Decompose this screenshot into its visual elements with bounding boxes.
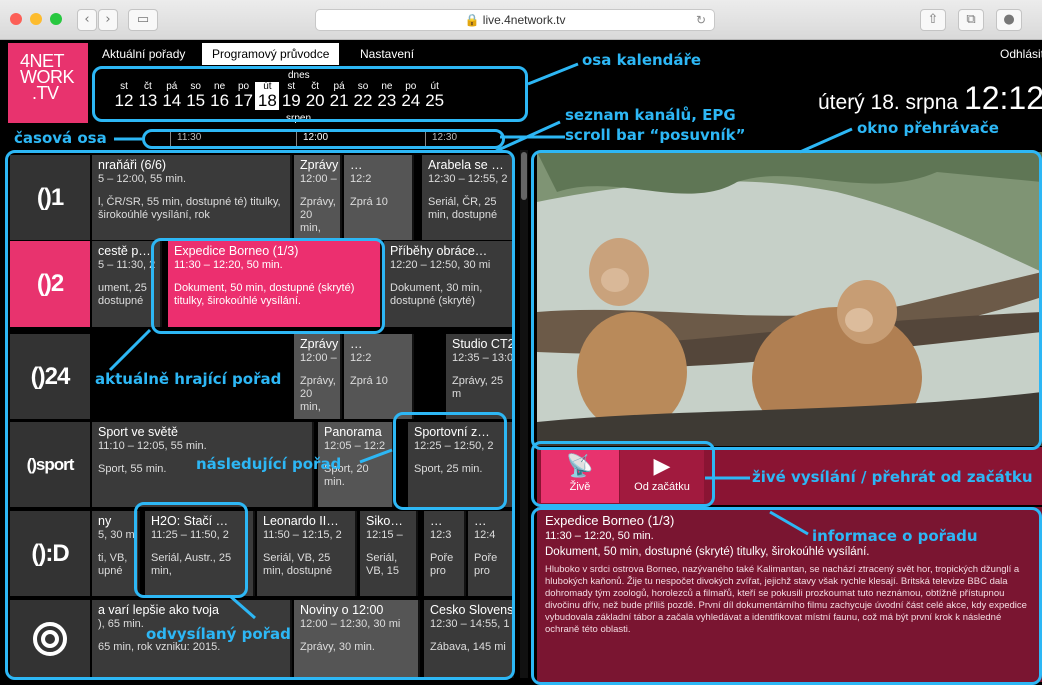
close-window-icon[interactable] xyxy=(10,13,22,25)
tab-programovy-pruvodce[interactable]: Programový průvodce xyxy=(202,43,340,65)
annotation-timeline: časová osa xyxy=(14,129,107,147)
forward-icon[interactable]: › xyxy=(98,9,118,31)
annotation-scroll: scroll bar “posuvník” xyxy=(565,126,746,144)
tab-aktualni-porady[interactable]: Aktuální pořady xyxy=(92,43,195,65)
next-program-highlight xyxy=(393,412,507,510)
tabs-icon[interactable]: ⧉ xyxy=(958,9,984,31)
annotation-past: odvysílaný pořad xyxy=(146,625,291,643)
annotation-player: okno přehrávače xyxy=(857,119,999,137)
date-clock: úterý 18. srpna 12:12 xyxy=(818,80,1042,116)
tab-nastaveni[interactable]: Nastavení xyxy=(350,43,424,65)
annotation-calendar: osa kalendáře xyxy=(582,51,702,69)
calendar-highlight xyxy=(92,66,528,122)
annotation-next: následující pořad xyxy=(196,455,342,473)
back-icon[interactable]: ‹ xyxy=(77,9,97,31)
share-icon[interactable]: ⇧ xyxy=(920,9,946,31)
reload-icon[interactable]: ↻ xyxy=(696,10,706,30)
timeline-highlight xyxy=(142,129,505,149)
4network-logo[interactable]: 4NET WORK .TV xyxy=(8,43,88,123)
browser-toolbar: ‹ › ▭ 🔒 live.4network.tv ↻ ⇧ ⧉ ● xyxy=(0,0,1042,40)
annotation-live: živé vysílání / přehrát od začátku xyxy=(752,468,1033,486)
address-bar[interactable]: 🔒 live.4network.tv ↻ xyxy=(315,9,715,31)
epg-scrollbar[interactable] xyxy=(520,150,528,678)
zoom-window-icon[interactable] xyxy=(50,13,62,25)
url-text: live.4network.tv xyxy=(482,13,566,27)
current-program-highlight xyxy=(151,238,385,334)
player-highlight xyxy=(531,150,1042,450)
download-icon[interactable]: ● xyxy=(996,9,1022,31)
controls-highlight xyxy=(531,441,715,507)
minimize-window-icon[interactable] xyxy=(30,13,42,25)
annotation-info: informace o pořadu xyxy=(812,527,978,545)
sidebar-icon[interactable]: ▭ xyxy=(128,9,158,31)
logout-link[interactable]: Odhlásit xyxy=(990,43,1042,65)
annotation-channels: seznam kanálů, EPG xyxy=(565,106,736,124)
past-program-highlight xyxy=(134,502,248,598)
scrollbar-thumb[interactable] xyxy=(521,152,527,200)
annotation-current: aktuálně hrající pořad xyxy=(95,370,282,388)
